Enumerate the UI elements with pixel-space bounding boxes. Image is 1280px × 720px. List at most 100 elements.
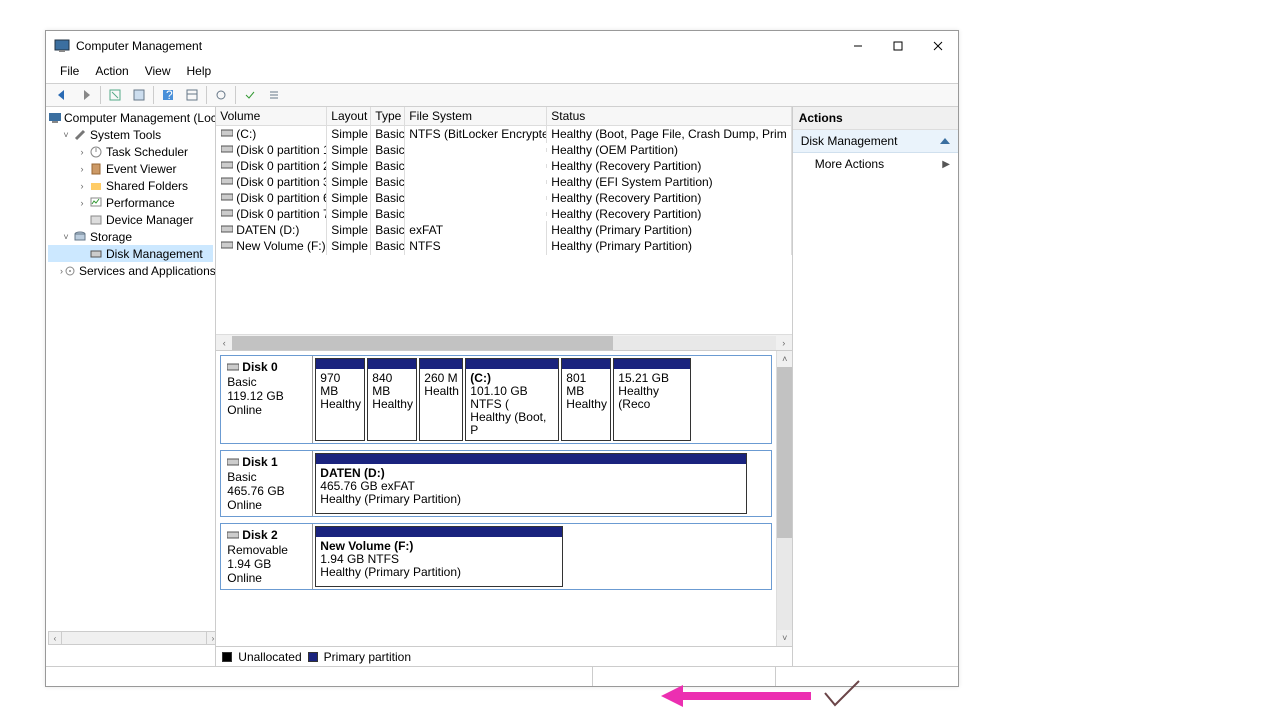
disk-size: 465.76 GB	[227, 484, 284, 498]
scroll-up-icon[interactable]: ˄	[777, 351, 792, 367]
chevron-right-icon[interactable]: ›	[76, 147, 88, 157]
volume-layout: Simple	[327, 237, 371, 255]
volume-row[interactable]: (Disk 0 partition 3)SimpleBasicHealthy (…	[216, 174, 791, 190]
scroll-thumb[interactable]	[232, 336, 612, 350]
scroll-thumb[interactable]	[777, 367, 792, 538]
partition[interactable]: 260 MHealth	[419, 358, 463, 441]
volume-icon	[220, 176, 234, 186]
actions-disk-management[interactable]: Disk Management	[793, 130, 958, 153]
partition[interactable]: 15.21 GBHealthy (Reco	[613, 358, 691, 441]
minimize-button[interactable]	[838, 32, 878, 60]
partition[interactable]: New Volume (F:)1.94 GB NTFSHealthy (Prim…	[315, 526, 563, 587]
disk-info[interactable]: Disk 2Removable1.94 GBOnline	[221, 524, 313, 589]
volume-row[interactable]: DATEN (D:)SimpleBasicexFATHealthy (Prima…	[216, 222, 791, 238]
statusbar-cell	[592, 667, 775, 686]
volume-row[interactable]: (Disk 0 partition 2)SimpleBasicHealthy (…	[216, 158, 791, 174]
volume-status: Healthy (Primary Partition)	[547, 237, 791, 255]
disk-title: Disk 1	[242, 455, 277, 469]
tree-storage[interactable]: ˅Storage	[48, 228, 213, 245]
menu-help[interactable]: Help	[179, 61, 220, 83]
close-button[interactable]	[918, 32, 958, 60]
tree-shared-folders[interactable]: ›Shared Folders	[48, 177, 213, 194]
disk-state: Online	[227, 403, 262, 417]
volume-fs	[405, 148, 547, 152]
volume-icon	[220, 144, 234, 154]
col-volume[interactable]: Volume	[216, 107, 327, 125]
legend-unallocated: Unallocated	[238, 650, 301, 664]
disk-info[interactable]: Disk 1Basic465.76 GBOnline	[221, 451, 313, 516]
volume-fs	[405, 164, 547, 168]
partition-bar	[316, 359, 364, 369]
volume-row[interactable]: (C:)SimpleBasicNTFS (BitLocker Encrypted…	[216, 126, 791, 142]
statusbar-cell	[775, 667, 958, 686]
refresh-icon[interactable]	[104, 84, 126, 106]
tree-task-scheduler[interactable]: ›Task Scheduler	[48, 143, 213, 160]
legend-primary: Primary partition	[324, 650, 411, 664]
disk-partitions: DATEN (D:)465.76 GB exFATHealthy (Primar…	[313, 451, 770, 516]
partition[interactable]: 970 MBHealthy	[315, 358, 365, 441]
settings-icon[interactable]	[210, 84, 232, 106]
scroll-left-icon[interactable]: ‹	[48, 631, 62, 645]
disk-icon	[227, 529, 239, 543]
legend-swatch-unallocated	[222, 652, 232, 662]
scroll-left-icon[interactable]: ‹	[216, 335, 232, 351]
chevron-right-icon[interactable]: ›	[76, 181, 88, 191]
partition[interactable]: 801 MBHealthy	[561, 358, 611, 441]
volume-list: Volume Layout Type File System Status (C…	[216, 107, 791, 351]
col-filesystem[interactable]: File System	[405, 107, 547, 125]
menu-file[interactable]: File	[52, 61, 87, 83]
partition[interactable]: (C:)101.10 GB NTFS (Healthy (Boot, P	[465, 358, 559, 441]
panel-icon[interactable]	[181, 84, 203, 106]
scroll-down-icon[interactable]: ˅	[777, 630, 792, 646]
tree-root[interactable]: Computer Management (Local	[48, 109, 213, 126]
tree-label: Performance	[106, 196, 175, 210]
list-icon[interactable]	[263, 84, 285, 106]
toolbar: ?	[46, 83, 958, 107]
volume-hscroll[interactable]: ‹ ›	[216, 334, 791, 350]
volume-row[interactable]: (Disk 0 partition 6)SimpleBasicHealthy (…	[216, 190, 791, 206]
menu-action[interactable]: Action	[87, 61, 136, 83]
chevron-right-icon[interactable]: ›	[76, 164, 88, 174]
volume-fs	[405, 212, 547, 216]
nav-tree[interactable]: Computer Management (Local ˅System Tools…	[46, 107, 216, 666]
partition[interactable]: DATEN (D:)465.76 GB exFATHealthy (Primar…	[315, 453, 747, 514]
volume-name: (C:)	[236, 127, 256, 141]
device-icon	[88, 212, 104, 228]
scroll-right-icon[interactable]: ›	[776, 335, 792, 351]
tree-system-tools[interactable]: ˅System Tools	[48, 126, 213, 143]
tree-services[interactable]: ›Services and Applications	[48, 262, 213, 279]
col-status[interactable]: Status	[547, 107, 791, 125]
scroll-right-icon[interactable]: ›	[206, 631, 216, 645]
disk-state: Online	[227, 571, 262, 585]
partition-status: Healthy (Primary Partition)	[320, 493, 742, 506]
help-icon[interactable]: ?	[157, 84, 179, 106]
scroll-track[interactable]	[777, 367, 792, 630]
chevron-down-icon[interactable]: ˅	[60, 130, 72, 140]
col-type[interactable]: Type	[371, 107, 405, 125]
toolbar-separator	[100, 86, 101, 104]
tree-hscroll[interactable]: ‹ ›	[48, 631, 216, 645]
partition[interactable]: 840 MBHealthy	[367, 358, 417, 441]
volume-row[interactable]: (Disk 0 partition 1)SimpleBasicHealthy (…	[216, 142, 791, 158]
tree-performance[interactable]: › Performance	[48, 194, 213, 211]
volume-row[interactable]: (Disk 0 partition 7)SimpleBasicHealthy (…	[216, 206, 791, 222]
chevron-right-icon[interactable]: ›	[76, 198, 88, 208]
tree-label: Device Manager	[106, 213, 193, 227]
tree-event-viewer[interactable]: ›Event Viewer	[48, 160, 213, 177]
tree-disk-management[interactable]: Disk Management	[48, 245, 213, 262]
scroll-track[interactable]	[62, 631, 206, 645]
chevron-down-icon[interactable]: ˅	[60, 232, 72, 242]
actions-more[interactable]: More Actions ▶	[793, 153, 958, 175]
tree-device-manager[interactable]: Device Manager	[48, 211, 213, 228]
col-layout[interactable]: Layout	[327, 107, 371, 125]
properties-icon[interactable]	[128, 84, 150, 106]
disk-info[interactable]: Disk 0Basic119.12 GBOnline	[221, 356, 313, 443]
maximize-button[interactable]	[878, 32, 918, 60]
menu-view[interactable]: View	[137, 61, 179, 83]
volume-row[interactable]: New Volume (F:)SimpleBasicNTFSHealthy (P…	[216, 238, 791, 254]
scroll-track[interactable]	[232, 336, 775, 350]
back-button[interactable]	[51, 84, 73, 106]
forward-button[interactable]	[75, 84, 97, 106]
check-icon[interactable]	[239, 84, 261, 106]
disk-vscroll[interactable]: ˄ ˅	[776, 351, 792, 646]
